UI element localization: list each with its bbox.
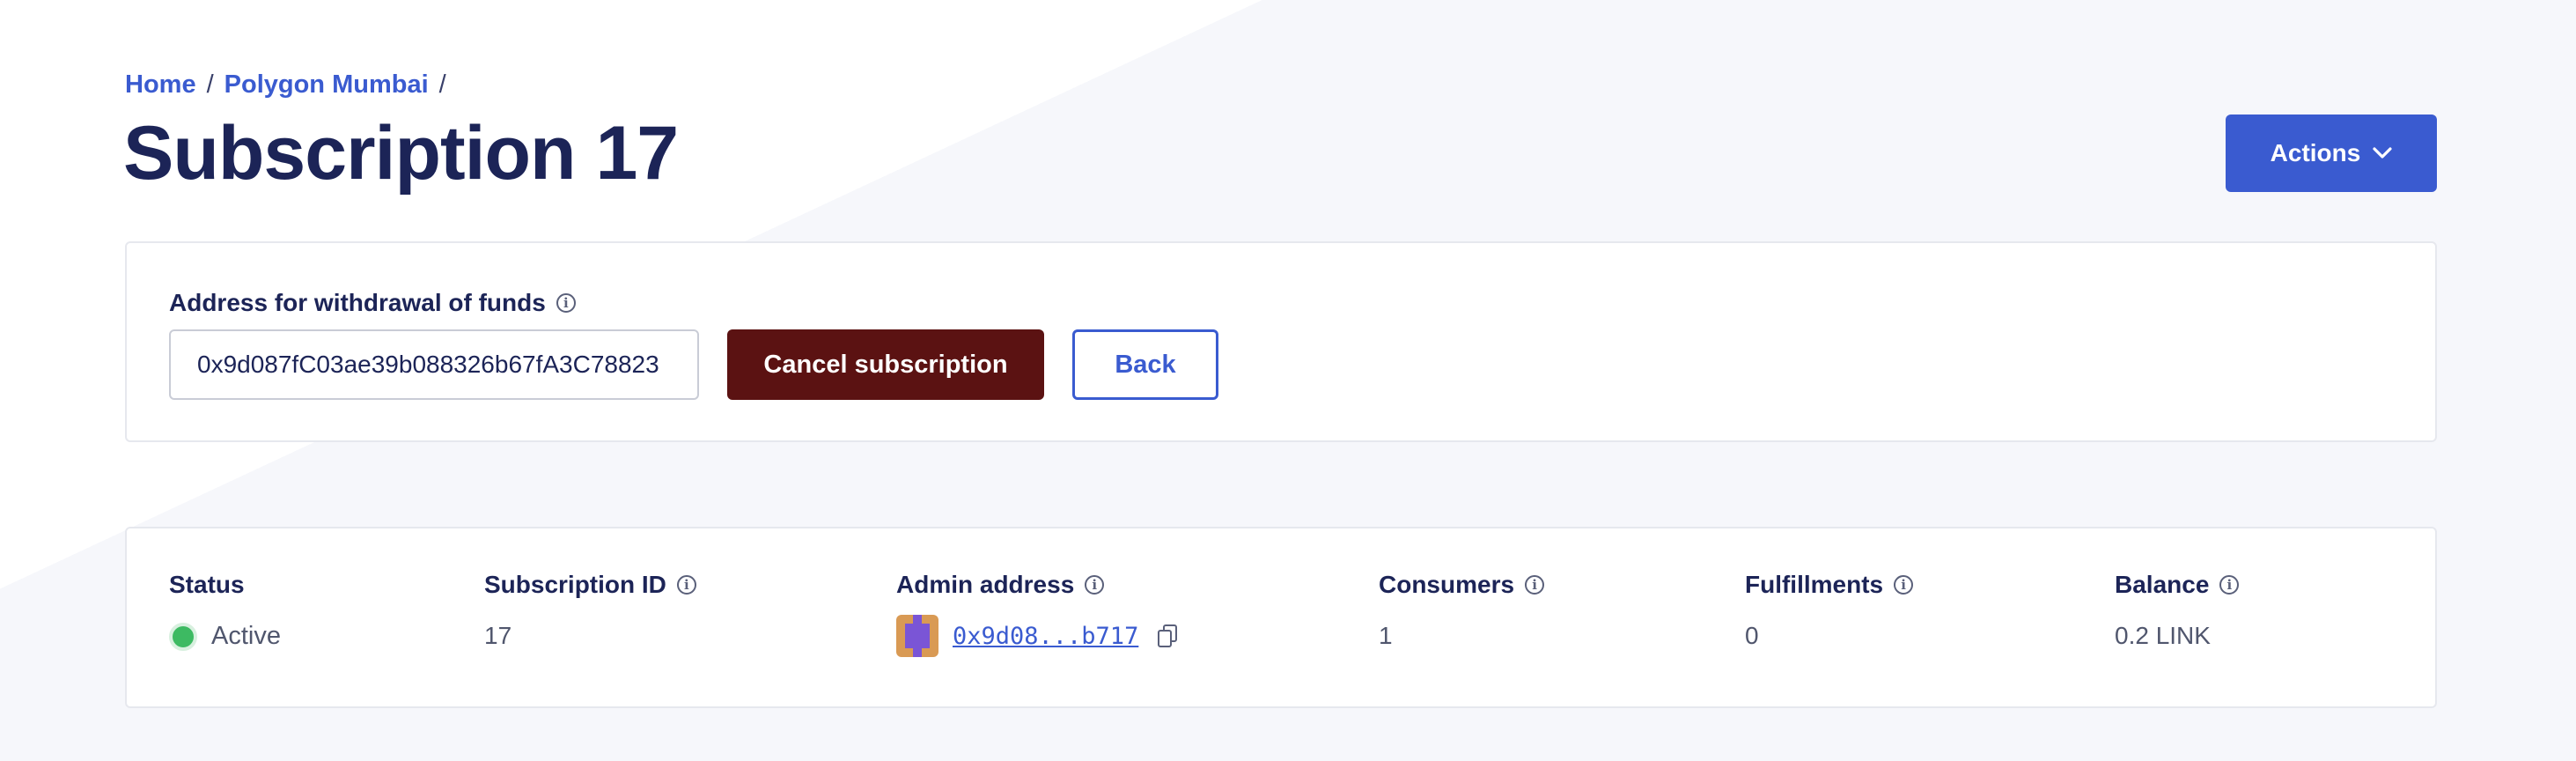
balance-column: Balance i 0.2 LINK (2115, 571, 2240, 650)
admin-address-label: Admin address (896, 571, 1075, 598)
admin-address-label-row: Admin address i (896, 571, 1177, 599)
cancel-subscription-button[interactable]: Cancel subscription (727, 329, 1044, 400)
info-icon[interactable]: i (2219, 575, 2240, 595)
withdraw-label-row: Address for withdrawal of funds i (169, 289, 576, 317)
subscription-details-card: Status Active Subscription ID i 17 Admin… (125, 527, 2437, 708)
breadcrumb-network[interactable]: Polygon Mumbai (224, 70, 429, 100)
actions-button[interactable]: Actions (2226, 115, 2437, 192)
status-dot-icon (169, 622, 197, 651)
info-icon[interactable]: i (1894, 575, 1914, 595)
breadcrumb-separator: / (438, 70, 446, 99)
breadcrumb-separator: / (206, 70, 214, 99)
fulfillments-label: Fulfillments (1745, 571, 1884, 598)
admin-address-value-row: 0x9d08...b717 (896, 615, 1178, 657)
actions-label: Actions (2270, 139, 2361, 166)
page-title: Subscription 17 (123, 111, 679, 196)
info-icon[interactable]: i (1085, 575, 1105, 595)
withdraw-card: Address for withdrawal of funds i Cancel… (125, 241, 2437, 442)
admin-address-link[interactable]: 0x9d08...b717 (953, 623, 1138, 650)
consumers-label-row: Consumers i (1379, 571, 1545, 599)
subscription-id-value: 17 (484, 622, 512, 649)
admin-address-column: Admin address i 0x9d08...b717 (896, 571, 1178, 657)
info-icon[interactable]: i (676, 575, 696, 595)
fulfillments-label-row: Fulfillments i (1745, 571, 1914, 599)
breadcrumb: Home / Polygon Mumbai / (125, 70, 446, 100)
subscription-id-label: Subscription ID (484, 571, 666, 598)
info-icon[interactable]: i (1525, 575, 1545, 595)
withdrawal-address-input[interactable] (169, 329, 699, 400)
subscription-id-label-row: Subscription ID i (484, 571, 696, 599)
copy-icon[interactable] (1158, 624, 1178, 647)
avatar (896, 615, 938, 657)
balance-label: Balance (2115, 571, 2210, 598)
subscription-id-column: Subscription ID i 17 (484, 571, 696, 650)
chevron-down-icon (2373, 147, 2392, 159)
status-value-row: Active (169, 622, 281, 651)
consumers-label: Consumers (1379, 571, 1515, 598)
fulfillments-value: 0 (1745, 622, 1759, 649)
fulfillments-column: Fulfillments i 0 (1745, 571, 1914, 650)
balance-label-row: Balance i (2115, 571, 2240, 599)
status-label: Status (169, 571, 245, 598)
back-button[interactable]: Back (1072, 329, 1218, 400)
status-value: Active (211, 622, 281, 650)
balance-value: 0.2 LINK (2115, 622, 2211, 649)
breadcrumb-home[interactable]: Home (125, 70, 196, 100)
withdraw-label: Address for withdrawal of funds (169, 289, 546, 316)
status-column: Status Active (169, 571, 281, 651)
info-icon[interactable]: i (556, 293, 576, 313)
consumers-value: 1 (1379, 622, 1393, 649)
consumers-column: Consumers i 1 (1379, 571, 1545, 650)
